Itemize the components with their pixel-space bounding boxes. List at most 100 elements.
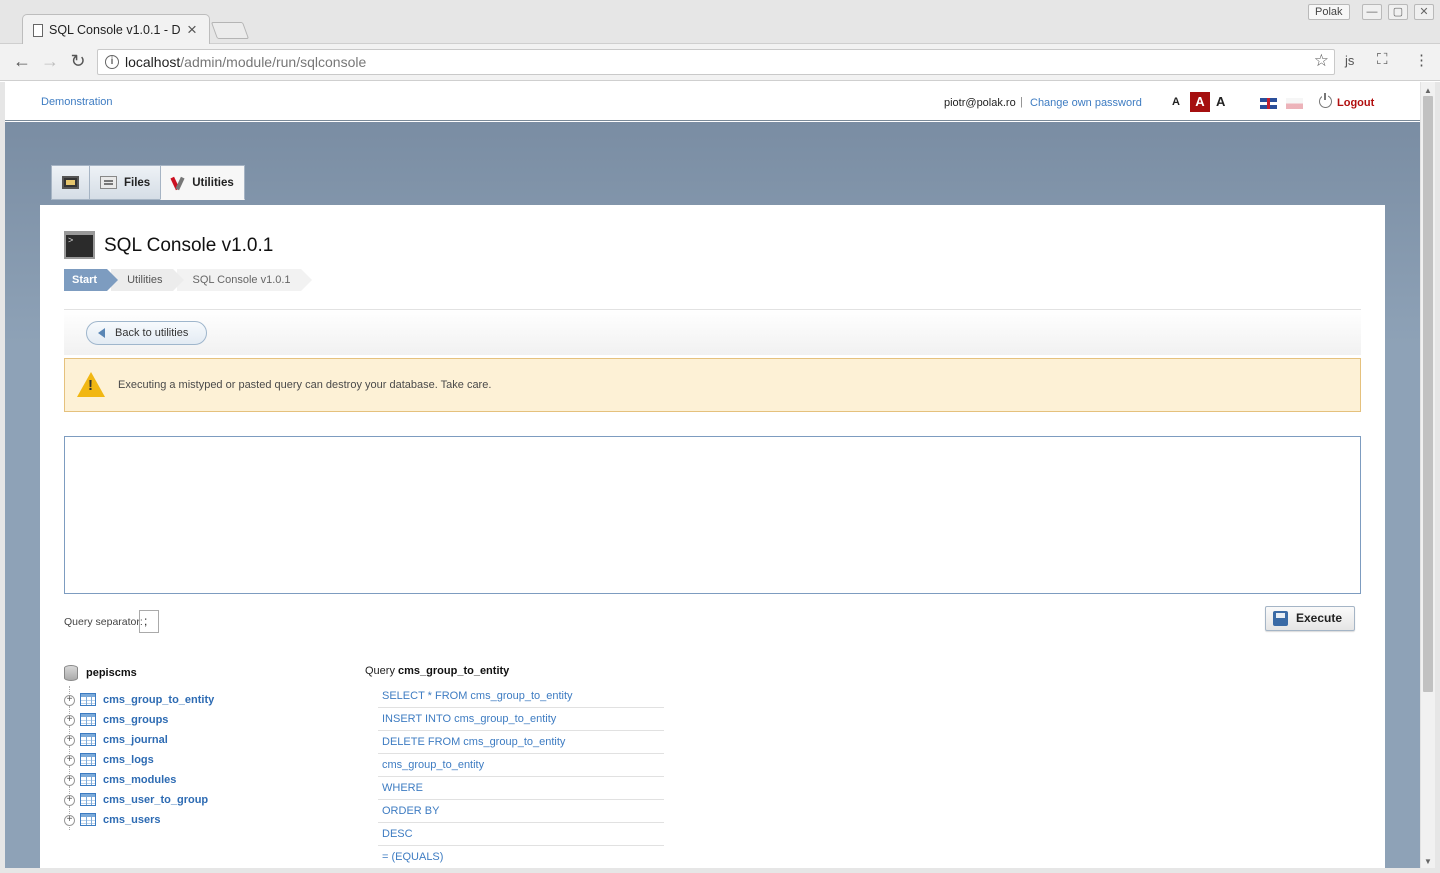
table-item[interactable]: + cms_users xyxy=(64,806,264,830)
table-item[interactable]: + cms_modules xyxy=(64,766,264,790)
save-disk-icon xyxy=(1273,611,1288,626)
expand-icon[interactable]: + xyxy=(64,815,75,826)
table-item[interactable]: + cms_group_to_entity xyxy=(64,686,264,710)
url-path: /admin/module/run/sqlconsole xyxy=(180,54,367,70)
warning-text: Executing a mistyped or pasted query can… xyxy=(118,379,492,391)
query-separator-input[interactable]: ; xyxy=(139,610,159,633)
change-password-link[interactable]: Change own password xyxy=(1030,97,1142,109)
cast-icon[interactable]: ⛶ xyxy=(1377,51,1388,68)
profile-button[interactable]: Polak xyxy=(1308,4,1350,20)
back-triangle-icon xyxy=(98,328,105,338)
minimize-button[interactable]: — xyxy=(1362,4,1382,20)
sql-query-textarea[interactable] xyxy=(64,436,1361,594)
info-icon[interactable]: i xyxy=(105,55,119,69)
new-tab-button[interactable] xyxy=(210,22,250,39)
logout-link[interactable]: Logout xyxy=(1337,97,1374,109)
table-item[interactable]: + cms_user_to_group xyxy=(64,786,264,810)
execute-label: Execute xyxy=(1296,611,1343,625)
user-email: piotr@polak.ro xyxy=(944,97,1016,109)
breadcrumb-utilities[interactable]: Utilities xyxy=(111,269,185,291)
query-snippet[interactable]: SELECT * FROM cms_group_to_entity xyxy=(378,685,664,708)
table-name[interactable]: cms_journal xyxy=(103,734,168,746)
header-separator: | xyxy=(1020,96,1023,108)
utilities-icon xyxy=(171,175,185,191)
query-snippet[interactable]: INSERT INTO cms_group_to_entity xyxy=(378,708,664,731)
query-snippet[interactable]: DELETE FROM cms_group_to_entity xyxy=(378,731,664,754)
query-heading: Query cms_group_to_entity xyxy=(365,665,509,677)
scroll-up-arrow-icon[interactable]: ▲ xyxy=(1424,86,1432,95)
query-label: Query xyxy=(365,665,395,677)
warning-icon xyxy=(77,372,105,397)
table-name[interactable]: cms_groups xyxy=(103,714,168,726)
table-icon xyxy=(80,713,96,726)
tab-utilities-label: Utilities xyxy=(192,176,234,189)
menu-kebab-icon[interactable]: ⋮ xyxy=(1414,51,1429,69)
table-tree: + cms_group_to_entity + cms_groups + cms_jo… xyxy=(64,686,264,830)
expand-icon[interactable]: + xyxy=(64,775,75,786)
files-icon xyxy=(100,176,117,189)
back-to-utilities-button[interactable]: Back to utilities xyxy=(86,321,208,345)
extension-js-icon[interactable]: js xyxy=(1345,53,1354,68)
query-snippet[interactable]: = (EQUALS) xyxy=(378,846,664,868)
table-icon xyxy=(80,793,96,806)
table-name[interactable]: cms_group_to_entity xyxy=(103,694,214,706)
back-arrow-icon[interactable]: ← xyxy=(10,50,34,74)
tab-dashboard[interactable] xyxy=(51,165,89,200)
page-scrollbar[interactable]: ▲ ▼ xyxy=(1420,82,1435,868)
font-size-medium-button[interactable]: A xyxy=(1190,92,1210,112)
browser-toolbar: ← → ↻ i localhost/admin/module/run/sqlco… xyxy=(0,44,1440,81)
window-frame-bottom xyxy=(0,868,1440,873)
font-size-large-button[interactable]: A xyxy=(1216,94,1225,109)
table-name[interactable]: cms_modules xyxy=(103,774,176,786)
table-icon xyxy=(80,753,96,766)
browser-tab[interactable]: SQL Console v1.0.1 - De × xyxy=(22,14,210,45)
query-snippet-list: SELECT * FROM cms_group_to_entity INSERT… xyxy=(378,685,664,868)
bookmark-star-icon[interactable]: ☆ xyxy=(1314,51,1329,71)
url-host: localhost xyxy=(125,54,181,70)
polish-flag-icon[interactable] xyxy=(1286,98,1303,109)
reload-icon[interactable]: ↻ xyxy=(66,50,90,74)
english-flag-icon[interactable] xyxy=(1260,98,1277,109)
tab-title: SQL Console v1.0.1 - De xyxy=(49,23,181,37)
forward-arrow-icon[interactable]: → xyxy=(38,50,62,74)
scroll-thumb[interactable] xyxy=(1423,96,1433,692)
breadcrumb-current: SQL Console v1.0.1 xyxy=(176,269,312,291)
page-viewport: Demonstration piotr@polak.ro | Change ow… xyxy=(5,82,1420,868)
font-size-small-button[interactable]: A xyxy=(1172,96,1180,108)
table-name[interactable]: cms_users xyxy=(103,814,161,826)
table-item[interactable]: + cms_journal xyxy=(64,726,264,750)
close-window-button[interactable]: ✕ xyxy=(1414,4,1434,20)
expand-icon[interactable]: + xyxy=(64,735,75,746)
table-item[interactable]: + cms_groups xyxy=(64,706,264,730)
query-snippet[interactable]: WHERE xyxy=(378,777,664,800)
table-icon xyxy=(80,693,96,706)
table-name[interactable]: cms_user_to_group xyxy=(103,794,208,806)
expand-icon[interactable]: + xyxy=(64,755,75,766)
expand-icon[interactable]: + xyxy=(64,795,75,806)
query-snippet[interactable]: DESC xyxy=(378,823,664,846)
module-tabs: Files Utilities xyxy=(51,165,245,200)
breadcrumb-start[interactable]: Start xyxy=(64,269,119,291)
power-icon[interactable] xyxy=(1319,93,1332,108)
scroll-down-arrow-icon[interactable]: ▼ xyxy=(1424,857,1432,866)
query-snippet[interactable]: ORDER BY xyxy=(378,800,664,823)
table-name[interactable]: cms_logs xyxy=(103,754,154,766)
demonstration-link[interactable]: Demonstration xyxy=(41,96,113,108)
tab-utilities[interactable]: Utilities xyxy=(160,165,245,200)
warning-box: Executing a mistyped or pasted query can… xyxy=(64,358,1361,412)
expand-icon[interactable]: + xyxy=(64,695,75,706)
table-item[interactable]: + cms_logs xyxy=(64,746,264,770)
execute-button[interactable]: Execute xyxy=(1265,606,1355,631)
database-name: pepiscms xyxy=(86,667,137,679)
console-icon xyxy=(64,231,95,259)
tab-close-icon[interactable]: × xyxy=(187,20,197,40)
maximize-button[interactable]: ▢ xyxy=(1388,4,1408,20)
query-snippet[interactable]: cms_group_to_entity xyxy=(378,754,664,777)
page-icon xyxy=(33,24,43,37)
tab-files[interactable]: Files xyxy=(89,165,161,200)
window-frame-right xyxy=(1435,82,1440,873)
expand-icon[interactable]: + xyxy=(64,715,75,726)
table-icon xyxy=(80,813,96,826)
address-bar[interactable]: i localhost/admin/module/run/sqlconsole … xyxy=(97,49,1335,75)
back-button-label: Back to utilities xyxy=(115,327,189,339)
